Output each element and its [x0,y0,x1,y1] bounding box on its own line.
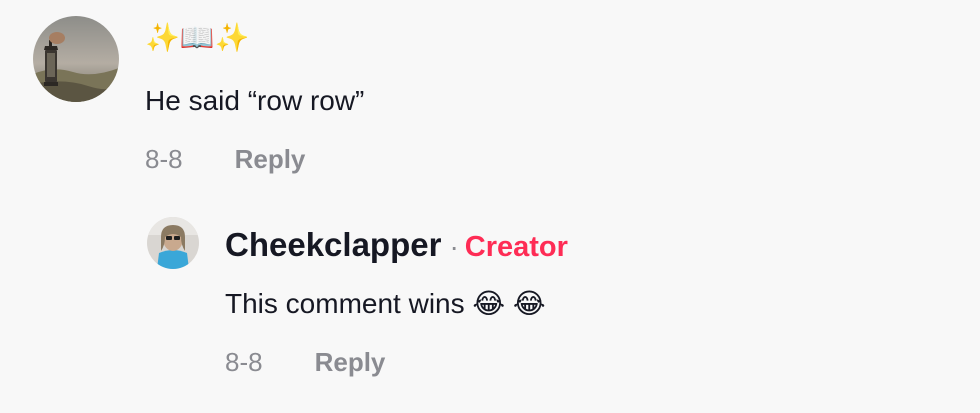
comment-thread: ✨📖✨ He said “row row” 8-8 Reply Cheekclap… [0,0,980,413]
reply-text: This comment wins 😂 😂 [225,288,546,319]
reply-header: Cheekclapper · Creator [225,225,568,272]
avatar[interactable] [33,16,119,102]
reply-reply-button[interactable]: Reply [315,346,386,378]
comment-username[interactable]: ✨📖✨ [145,18,250,58]
comment-text: He said “row row” [145,85,365,116]
reply-username[interactable]: Cheekclapper [225,226,441,263]
separator-dot: · [449,231,459,262]
comment-date: 8-8 [145,144,183,174]
reply-avatar[interactable] [147,217,199,269]
reply-meta: 8-8 Reply [225,346,385,378]
creator-badge: Creator [464,231,568,263]
reply-date: 8-8 [225,347,263,377]
comment-meta: 8-8 Reply [145,143,305,175]
reply-button[interactable]: Reply [235,143,306,175]
